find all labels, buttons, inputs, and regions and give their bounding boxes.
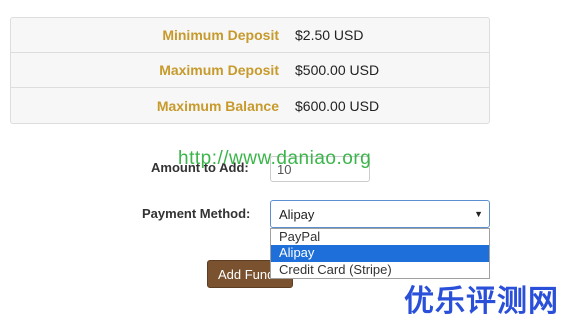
watermark-site-name: 优乐评测网: [404, 284, 559, 319]
watermark-url: http://www.daniao.org: [178, 148, 372, 169]
payment-method-label: Payment Method:: [142, 206, 251, 221]
limits-row-minimum-deposit: Minimum Deposit $2.50 USD: [11, 18, 489, 53]
maximum-balance-label: Maximum Balance: [156, 97, 279, 114]
minimum-deposit-value: $2.50 USD: [295, 27, 364, 43]
payment-method-dropdown: PayPal Alipay Credit Card (Stripe): [270, 228, 490, 279]
limits-row-maximum-balance: Maximum Balance $600.00 USD: [11, 88, 489, 123]
deposit-limits-table: Minimum Deposit $2.50 USD Maximum Deposi…: [10, 17, 490, 124]
payment-method-select[interactable]: Alipay ▼: [270, 200, 490, 228]
payment-method-selected-value: Alipay: [279, 206, 315, 222]
maximum-balance-value: $600.00 USD: [295, 97, 380, 114]
payment-option-alipay[interactable]: Alipay: [271, 245, 489, 262]
minimum-deposit-label: Minimum Deposit: [162, 27, 279, 43]
payment-option-paypal[interactable]: PayPal: [271, 229, 489, 245]
maximum-deposit-value: $500.00 USD: [295, 62, 380, 78]
limits-row-maximum-deposit: Maximum Deposit $500.00 USD: [11, 53, 489, 88]
chevron-down-icon[interactable]: ▼: [474, 209, 483, 219]
maximum-deposit-label: Maximum Deposit: [159, 62, 279, 78]
